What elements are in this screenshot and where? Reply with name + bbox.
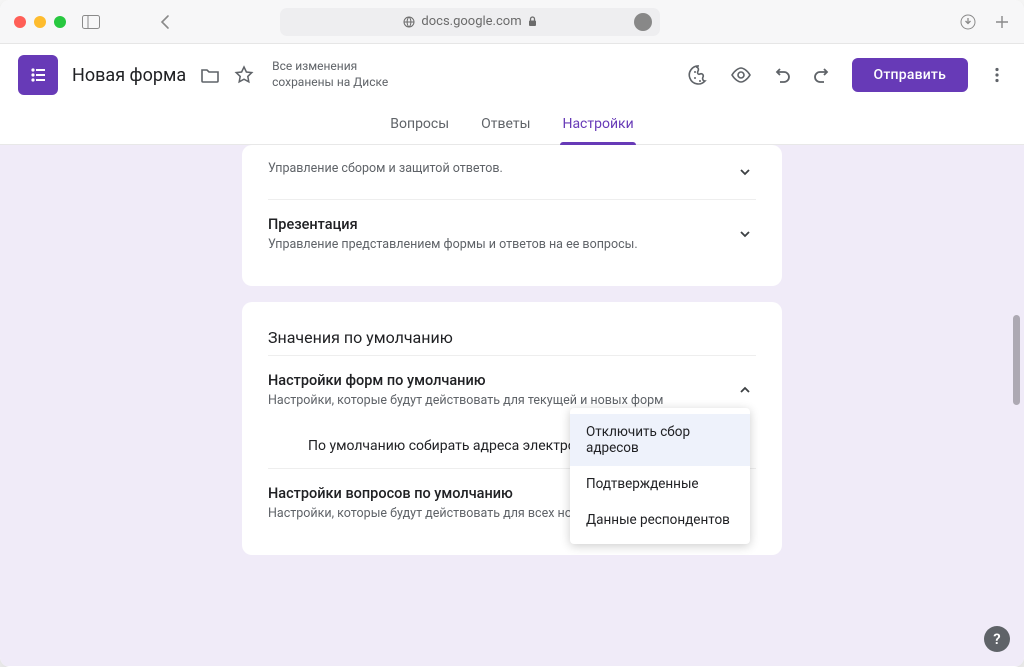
settings-card-responses: Управление сбором и защитой ответов. Пре…	[242, 145, 782, 286]
settings-viewport: Управление сбором и защитой ответов. Пре…	[0, 145, 1024, 666]
site-settings-icon	[403, 16, 415, 28]
back-button-icon[interactable]	[160, 14, 170, 30]
form-defaults-title: Настройки форм по умолчанию	[268, 372, 734, 389]
address-bar[interactable]: docs.google.com	[280, 8, 660, 36]
url-host: docs.google.com	[421, 14, 521, 29]
email-collection-dropdown: Отключить сбор адресов Подтвержденные Да…	[570, 408, 750, 544]
expand-responses-icon[interactable]	[734, 161, 756, 183]
close-window-button[interactable]	[14, 16, 26, 28]
save-status-text: Все изменения сохранены на Диске	[272, 59, 412, 90]
folder-icon[interactable]	[200, 65, 220, 85]
tab-bar: Вопросы Ответы Настройки	[0, 106, 1024, 145]
tab-responses[interactable]: Ответы	[479, 106, 532, 144]
more-menu-icon[interactable]	[988, 66, 1006, 84]
presentation-desc: Управление представлением формы и ответо…	[268, 237, 734, 252]
presentation-title: Презентация	[268, 216, 734, 233]
send-button[interactable]: Отправить	[852, 58, 968, 92]
undo-icon[interactable]	[772, 65, 792, 85]
dropdown-option-verified[interactable]: Подтвержденные	[570, 466, 750, 502]
reader-mode-icon[interactable]	[634, 13, 652, 31]
responses-collect-desc: Управление сбором и защитой ответов.	[268, 161, 734, 176]
star-icon[interactable]	[234, 65, 254, 85]
new-tab-icon[interactable]	[994, 14, 1010, 30]
theme-icon[interactable]	[688, 64, 710, 86]
scrollbar-thumb[interactable]	[1013, 315, 1020, 405]
minimize-window-button[interactable]	[34, 16, 46, 28]
defaults-card-title: Значения по умолчанию	[268, 308, 756, 355]
dropdown-option-off[interactable]: Отключить сбор адресов	[570, 414, 750, 466]
help-icon[interactable]: ?	[984, 626, 1010, 652]
tab-settings[interactable]: Настройки	[560, 106, 635, 144]
traffic-lights	[14, 16, 66, 28]
downloads-icon[interactable]	[960, 14, 976, 30]
preview-icon[interactable]	[730, 64, 752, 86]
forms-app-icon[interactable]	[18, 55, 58, 95]
form-title[interactable]: Новая форма	[72, 65, 186, 86]
tab-questions[interactable]: Вопросы	[388, 106, 451, 144]
redo-icon[interactable]	[812, 65, 832, 85]
dropdown-option-responder[interactable]: Данные респондентов	[570, 502, 750, 538]
collapse-form-defaults-icon[interactable]	[734, 379, 756, 401]
browser-titlebar: docs.google.com	[0, 0, 1024, 44]
sidebar-toggle-icon[interactable]	[82, 15, 100, 29]
expand-presentation-icon[interactable]	[734, 223, 756, 245]
lock-icon	[528, 16, 537, 27]
browser-window: docs.google.com Новая форма Все изменени	[0, 0, 1024, 667]
app-header: Новая форма Все изменения сохранены на Д…	[0, 44, 1024, 106]
form-defaults-desc: Настройки, которые будут действовать для…	[268, 393, 734, 408]
fullscreen-window-button[interactable]	[54, 16, 66, 28]
